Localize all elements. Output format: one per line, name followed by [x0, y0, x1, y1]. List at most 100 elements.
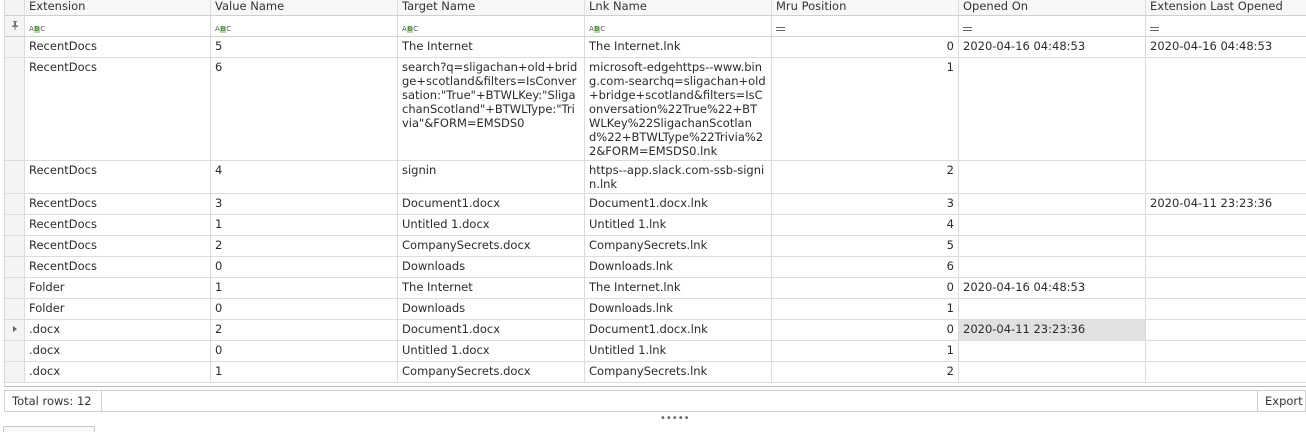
- cell-mru-position[interactable]: 0: [772, 278, 959, 298]
- cell-lnk-name[interactable]: The Internet.lnk: [585, 37, 772, 57]
- cell-extension[interactable]: RecentDocs: [25, 194, 211, 214]
- cell-extension[interactable]: .docx: [25, 362, 211, 382]
- column-header-extension[interactable]: Extension: [25, 0, 211, 15]
- cell-lnk-name[interactable]: CompanySecrets.lnk: [585, 236, 772, 256]
- row-indicator-cell[interactable]: [5, 278, 25, 298]
- cell-mru-position[interactable]: 2: [772, 161, 959, 193]
- cell-target-name[interactable]: Untitled 1.docx: [398, 341, 585, 361]
- cell-opened-on[interactable]: [959, 58, 1146, 160]
- cell-opened-on[interactable]: 2020-04-11 23:23:36: [959, 320, 1146, 340]
- cell-extension-last-opened[interactable]: 2020-04-11 23:23:36: [1146, 194, 1306, 214]
- column-header-lnk-name[interactable]: Lnk Name: [585, 0, 772, 15]
- cell-extension[interactable]: .docx: [25, 341, 211, 361]
- data-grid[interactable]: Extension Value Name Target Name Lnk Name Mr…: [4, 0, 1306, 387]
- cell-extension-last-opened[interactable]: [1146, 362, 1306, 382]
- table-row[interactable]: RecentDocs 3 Document1.docx Document1.docx.…: [5, 194, 1306, 215]
- cell-mru-position[interactable]: 3: [772, 194, 959, 214]
- cell-target-name[interactable]: CompanySecrets.docx: [398, 236, 585, 256]
- cell-mru-position[interactable]: 1: [772, 299, 959, 319]
- column-header-extension-last-opened[interactable]: Extension Last Opened: [1146, 0, 1306, 15]
- cell-target-name[interactable]: Downloads: [398, 299, 585, 319]
- cell-value-name[interactable]: 4: [211, 161, 398, 193]
- cell-value-name[interactable]: 0: [211, 299, 398, 319]
- cell-extension-last-opened[interactable]: [1146, 257, 1306, 277]
- row-indicator-cell[interactable]: [5, 341, 25, 361]
- row-indicator-cell[interactable]: [5, 362, 25, 382]
- cell-extension-last-opened[interactable]: [1146, 161, 1306, 193]
- cell-target-name[interactable]: Untitled 1.docx: [398, 215, 585, 235]
- cell-extension[interactable]: Folder: [25, 278, 211, 298]
- cell-value-name[interactable]: 3: [211, 194, 398, 214]
- column-header-target-name[interactable]: Target Name: [398, 0, 585, 15]
- row-indicator-cell[interactable]: [5, 257, 25, 277]
- export-button[interactable]: Export: [1257, 391, 1305, 411]
- cell-target-name[interactable]: search?q=sligachan+old+bridge+scotland&f…: [398, 58, 585, 160]
- row-indicator-cell[interactable]: [5, 161, 25, 193]
- table-row[interactable]: RecentDocs 0 Downloads Downloads.lnk 6: [5, 257, 1306, 278]
- column-header-opened-on[interactable]: Opened On: [959, 0, 1146, 15]
- cell-mru-position[interactable]: 4: [772, 215, 959, 235]
- cell-value-name[interactable]: 2: [211, 320, 398, 340]
- cell-extension-last-opened[interactable]: [1146, 215, 1306, 235]
- cell-extension[interactable]: .docx: [25, 320, 211, 340]
- cell-mru-position[interactable]: 0: [772, 37, 959, 57]
- cell-value-name[interactable]: 1: [211, 215, 398, 235]
- cell-extension-last-opened[interactable]: [1146, 278, 1306, 298]
- table-row[interactable]: .docx 1 CompanySecrets.docx CompanySecrets.…: [5, 362, 1306, 383]
- filter-cell-value-name[interactable]: ABC: [211, 16, 398, 36]
- cell-lnk-name[interactable]: Downloads.lnk: [585, 257, 772, 277]
- cell-value-name[interactable]: 2: [211, 236, 398, 256]
- table-row[interactable]: Folder 1 The Internet The Internet.lnk 0 2020…: [5, 278, 1306, 299]
- cell-value-name[interactable]: 6: [211, 58, 398, 160]
- bottom-panel-tab[interactable]: [3, 426, 95, 432]
- cell-value-name[interactable]: 0: [211, 257, 398, 277]
- cell-mru-position[interactable]: 2: [772, 362, 959, 382]
- table-row[interactable]: .docx 0 Untitled 1.docx Untitled 1.lnk 1: [5, 341, 1306, 362]
- cell-mru-position[interactable]: 0: [772, 320, 959, 340]
- cell-extension-last-opened[interactable]: [1146, 341, 1306, 361]
- table-row[interactable]: .docx 2 Document1.docx Document1.docx.lnk 0 2…: [5, 320, 1306, 341]
- cell-value-name[interactable]: 1: [211, 278, 398, 298]
- cell-lnk-name[interactable]: Document1.docx.lnk: [585, 194, 772, 214]
- cell-extension[interactable]: RecentDocs: [25, 215, 211, 235]
- cell-target-name[interactable]: Downloads: [398, 257, 585, 277]
- cell-extension[interactable]: RecentDocs: [25, 161, 211, 193]
- cell-value-name[interactable]: 0: [211, 341, 398, 361]
- cell-opened-on[interactable]: 2020-04-16 04:48:53: [959, 278, 1146, 298]
- cell-target-name[interactable]: The Internet: [398, 278, 585, 298]
- cell-lnk-name[interactable]: Document1.docx.lnk: [585, 320, 772, 340]
- cell-lnk-name[interactable]: The Internet.lnk: [585, 278, 772, 298]
- cell-lnk-name[interactable]: CompanySecrets.lnk: [585, 362, 772, 382]
- cell-value-name[interactable]: 5: [211, 37, 398, 57]
- filter-cell-mru-position[interactable]: [772, 16, 959, 36]
- cell-opened-on[interactable]: [959, 257, 1146, 277]
- row-indicator-cell[interactable]: [5, 58, 25, 160]
- cell-target-name[interactable]: signin: [398, 161, 585, 193]
- row-indicator-cell[interactable]: [5, 37, 25, 57]
- table-row[interactable]: RecentDocs 6 search?q=sligachan+old+bridge…: [5, 58, 1306, 161]
- row-indicator-cell[interactable]: [5, 299, 25, 319]
- filter-cell-lnk-name[interactable]: ABC: [585, 16, 772, 36]
- cell-opened-on[interactable]: [959, 161, 1146, 193]
- cell-target-name[interactable]: The Internet: [398, 37, 585, 57]
- table-row[interactable]: RecentDocs 4 signin https--app.slack.com-ss…: [5, 161, 1306, 194]
- table-row[interactable]: Folder 0 Downloads Downloads.lnk 1: [5, 299, 1306, 320]
- row-indicator-cell[interactable]: [5, 236, 25, 256]
- cell-opened-on[interactable]: [959, 236, 1146, 256]
- cell-opened-on[interactable]: 2020-04-16 04:48:53: [959, 37, 1146, 57]
- filter-row[interactable]: ABC ABC ABC ABC: [5, 16, 1306, 37]
- filter-cell-extension-last-opened[interactable]: [1146, 16, 1306, 36]
- filter-cell-opened-on[interactable]: [959, 16, 1146, 36]
- cell-extension-last-opened[interactable]: [1146, 236, 1306, 256]
- cell-mru-position[interactable]: 5: [772, 236, 959, 256]
- cell-target-name[interactable]: Document1.docx: [398, 194, 585, 214]
- cell-lnk-name[interactable]: Untitled 1.lnk: [585, 215, 772, 235]
- cell-extension[interactable]: RecentDocs: [25, 37, 211, 57]
- cell-opened-on[interactable]: [959, 362, 1146, 382]
- cell-mru-position[interactable]: 6: [772, 257, 959, 277]
- cell-extension[interactable]: RecentDocs: [25, 58, 211, 160]
- cell-extension[interactable]: Folder: [25, 299, 211, 319]
- cell-opened-on[interactable]: [959, 299, 1146, 319]
- cell-lnk-name[interactable]: https--app.slack.com-ssb-signin.lnk: [585, 161, 772, 193]
- cell-opened-on[interactable]: [959, 215, 1146, 235]
